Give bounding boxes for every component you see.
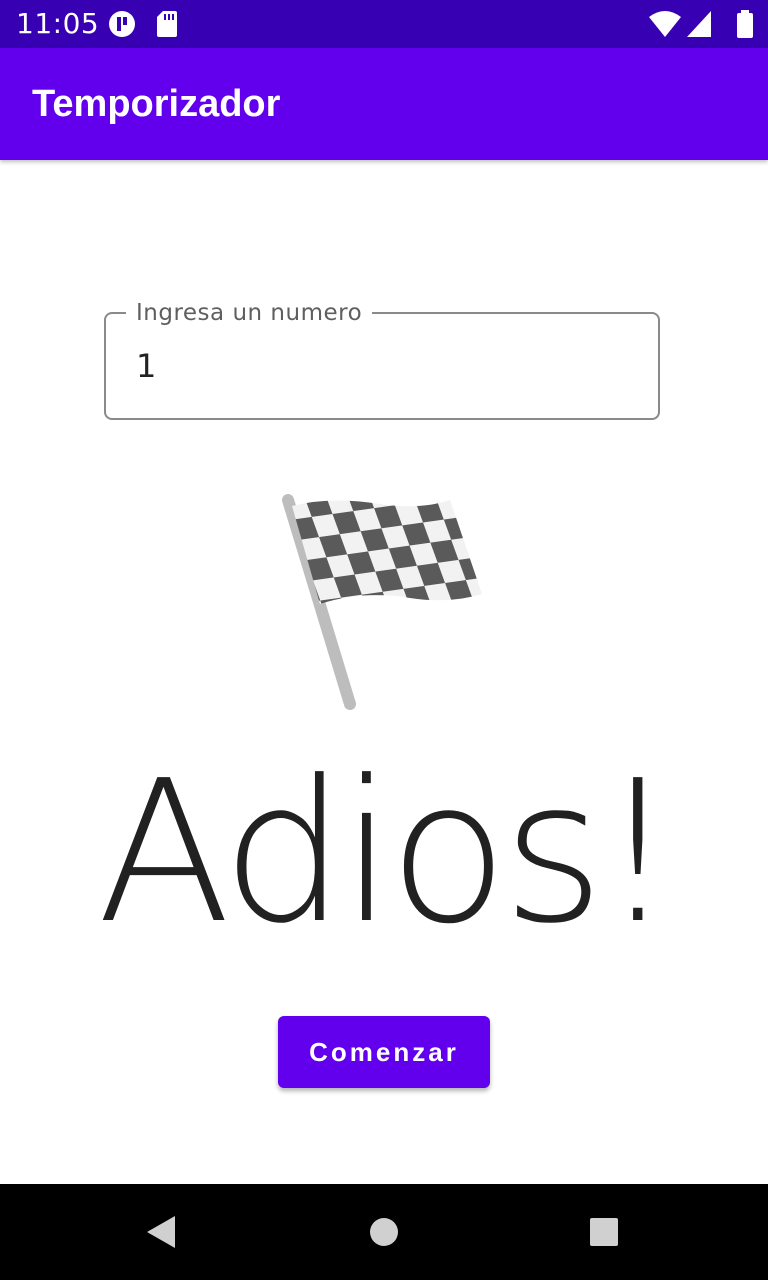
back-icon[interactable] bbox=[146, 1215, 176, 1249]
status-bar: 11:05 bbox=[0, 0, 768, 48]
app-title: Temporizador bbox=[32, 83, 281, 125]
number-input[interactable] bbox=[136, 344, 616, 388]
app-notification-icon bbox=[109, 11, 135, 37]
checkered-flag-icon bbox=[282, 494, 482, 710]
app-bar: Temporizador bbox=[0, 48, 768, 160]
status-time: 11:05 bbox=[16, 7, 100, 40]
battery-icon bbox=[737, 10, 753, 38]
sd-card-icon bbox=[157, 11, 177, 37]
wifi-icon bbox=[649, 11, 681, 37]
cell-signal-icon bbox=[687, 11, 711, 37]
message-text: Adios! bbox=[96, 739, 677, 967]
nav-bar bbox=[0, 1184, 768, 1280]
home-icon[interactable] bbox=[369, 1217, 399, 1247]
number-field-label: Ingresa un numero bbox=[126, 300, 373, 326]
start-button[interactable]: Comenzar bbox=[278, 1016, 490, 1088]
recents-icon[interactable] bbox=[589, 1217, 619, 1247]
number-field[interactable]: Ingresa un numero bbox=[104, 300, 660, 420]
